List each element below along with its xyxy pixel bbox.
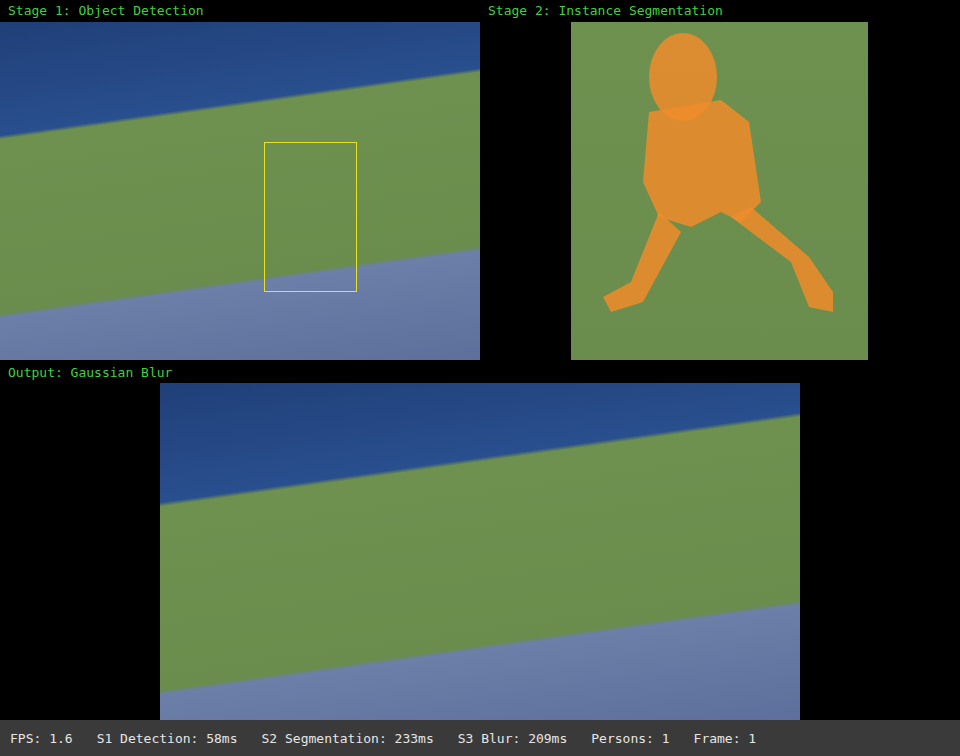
status-item: S1 Detection: 58ms — [97, 731, 238, 746]
status-bar: FPS: 1.6 S1 Detection: 58ms S2 Segmentatio… — [0, 720, 960, 756]
output-panel — [0, 383, 960, 720]
segmentation-mask-icon — [571, 22, 868, 360]
detection-panel: Stage 1: Object Detection — [0, 0, 480, 360]
status-item: S2 Segmentation: 233ms — [262, 731, 434, 746]
stage-label: Output: Gaussian Blur — [0, 362, 960, 383]
video-frame — [160, 383, 800, 720]
status-item: FPS: 1.6 — [10, 731, 73, 746]
stage-label: Stage 2: Instance Segmentation — [488, 0, 960, 22]
pipeline-viewer: Stage 1: Object Detection Stage 2: Instan… — [0, 0, 960, 756]
video-frame — [571, 22, 868, 360]
segmentation-panel: Stage 2: Instance Segmentation — [488, 0, 960, 360]
stage-row: Stage 1: Object Detection Stage 2: Instan… — [0, 0, 960, 360]
status-item: S3 Blur: 209ms — [458, 731, 568, 746]
detection-box — [264, 142, 357, 292]
stage-label: Stage 1: Object Detection — [0, 0, 480, 22]
video-frame — [0, 22, 480, 360]
status-item: Frame: 1 — [694, 731, 757, 746]
status-item: Persons: 1 — [591, 731, 669, 746]
